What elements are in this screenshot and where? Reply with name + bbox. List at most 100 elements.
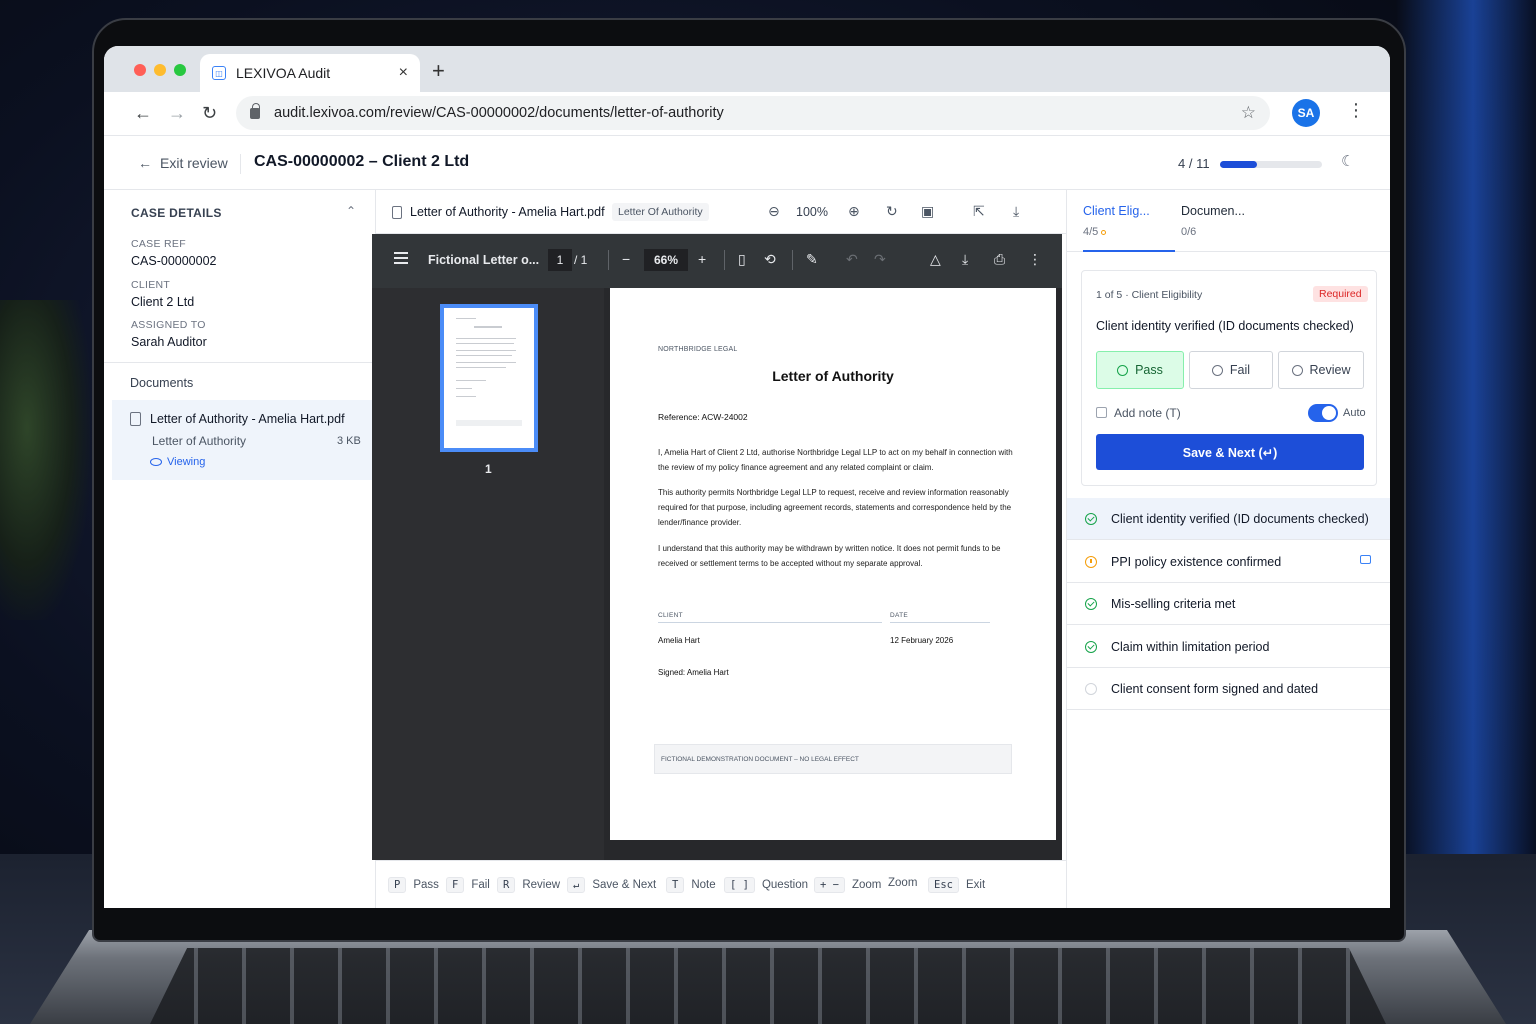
check-circle-icon xyxy=(1085,512,1097,525)
zoom-out-icon[interactable]: ⊖ xyxy=(768,203,780,220)
progress-fill xyxy=(1220,161,1257,168)
shortcut-note: T Note xyxy=(666,877,716,893)
document-type: Letter of Authority xyxy=(152,434,247,448)
case-ref-field: CASE REF CAS-00000002 xyxy=(131,238,216,268)
screen: ◫ LEXIVOA Audit × + ← → ↻ audit.lexivoa.… xyxy=(104,46,1390,908)
reload-icon[interactable]: ↻ xyxy=(202,103,217,124)
divider xyxy=(240,154,241,174)
exit-review-label: Exit review xyxy=(160,155,228,171)
criterion-item[interactable]: Mis-selling criteria met xyxy=(1067,583,1390,625)
open-external-icon[interactable]: ⇱ xyxy=(973,203,985,220)
close-tab-icon[interactable]: × xyxy=(399,64,408,82)
download-icon[interactable]: ⤓ xyxy=(1013,203,1019,220)
pdf-zoom-input[interactable]: 66% xyxy=(644,249,688,271)
add-note-checkbox[interactable] xyxy=(1096,407,1107,418)
checklist-panel: Client Elig... 4/5 Documen... 0/6 1 of 5… xyxy=(1066,190,1390,908)
menu-icon[interactable] xyxy=(394,252,408,254)
rotate-icon[interactable]: ⟲ xyxy=(764,251,776,268)
shortcut-zoom: + − Zoom xyxy=(814,877,881,893)
fail-button[interactable]: Fail xyxy=(1189,351,1273,389)
shortcut-label: Review xyxy=(522,879,561,891)
document-viewer: Letter of Authority - Amelia Hart.pdf Le… xyxy=(372,190,1066,908)
drive-icon[interactable]: △ xyxy=(930,251,941,268)
tab-client-eligibility[interactable]: Client Elig... 4/5 xyxy=(1083,204,1150,238)
browser-toolbar: ← → ↻ audit.lexivoa.com/review/CAS-00000… xyxy=(104,92,1390,136)
save-next-button[interactable]: Save & Next (↵) xyxy=(1096,434,1364,470)
fail-label: Fail xyxy=(1229,363,1251,377)
document-list-item[interactable]: Letter of Authority - Amelia Hart.pdf Le… xyxy=(112,400,376,480)
shortcut-review: R Review xyxy=(497,877,560,893)
criterion-item[interactable]: Claim within limitation period xyxy=(1067,626,1390,668)
print-icon[interactable]: ⎙ xyxy=(994,251,1005,268)
zoom-in-icon[interactable]: + xyxy=(698,251,706,267)
thumbnail-line xyxy=(474,326,502,328)
maximize-window-dot[interactable] xyxy=(174,64,186,76)
thumbnail-line xyxy=(456,362,516,363)
review-button[interactable]: Review xyxy=(1278,351,1364,389)
date-label: DATE xyxy=(890,612,909,619)
letter-paragraph: I understand that this authority may be … xyxy=(658,544,1001,568)
rotate-icon[interactable]: ↻ xyxy=(886,203,898,220)
zoom-in-icon[interactable]: ⊕ xyxy=(848,203,860,220)
assigned-to-field: ASSIGNED TO Sarah Auditor xyxy=(131,319,207,349)
fit-page-icon[interactable]: ▯ xyxy=(738,251,746,268)
more-icon[interactable]: ⋮ xyxy=(1028,251,1042,268)
auto-label: Auto xyxy=(1343,407,1366,419)
criterion-label: Client identity verified (ID documents c… xyxy=(1111,511,1369,526)
thumbnail-line xyxy=(456,350,516,351)
shortcut-label: Question xyxy=(761,879,808,891)
browser-tabbar: ◫ LEXIVOA Audit × + xyxy=(104,46,1390,92)
exit-review-button[interactable]: ← Exit review xyxy=(138,155,228,171)
file-icon xyxy=(130,412,141,426)
pass-button[interactable]: Pass xyxy=(1096,351,1184,389)
zoom-out-icon[interactable]: − xyxy=(622,251,630,267)
criterion-label: Client consent form signed and dated xyxy=(1111,681,1319,696)
thumbnail-line xyxy=(456,343,514,344)
thumbnail-line xyxy=(456,318,476,319)
undo-icon[interactable]: ↶ xyxy=(846,251,858,268)
fit-page-icon[interactable]: ▣ xyxy=(921,203,934,220)
browser-menu-icon[interactable]: ⋮ xyxy=(1347,100,1365,121)
annotate-icon[interactable]: ✎ xyxy=(806,251,818,268)
download-icon[interactable]: ⤓ xyxy=(962,251,968,268)
criterion-label: Claim within limitation period xyxy=(1111,639,1270,654)
browser-tab[interactable]: ◫ LEXIVOA Audit × xyxy=(200,54,420,92)
back-icon[interactable]: ← xyxy=(134,103,152,124)
progress-bar xyxy=(1220,161,1322,168)
close-window-dot[interactable] xyxy=(134,64,146,76)
page-number-input[interactable]: 1 xyxy=(548,249,572,271)
page-thumbnail[interactable] xyxy=(440,304,538,452)
criterion-item[interactable]: Client identity verified (ID documents c… xyxy=(1067,498,1390,540)
forward-icon[interactable]: → xyxy=(168,103,186,124)
check-circle-icon xyxy=(1085,597,1097,610)
tab-title: LEXIVOA Audit xyxy=(236,65,331,81)
pdf-toolbar: Fictional Letter o... 1 / 1 − 66% + ▯ ⟲ … xyxy=(372,234,1062,288)
comment-icon[interactable] xyxy=(1360,555,1371,564)
bookmark-star-icon[interactable]: ☆ xyxy=(1241,103,1256,123)
criterion-item[interactable]: PPI policy existence confirmed xyxy=(1067,541,1390,583)
checklist-tabs: Client Elig... 4/5 Documen... 0/6 xyxy=(1067,190,1390,252)
profile-avatar[interactable]: SA xyxy=(1292,99,1320,127)
divider xyxy=(724,250,725,270)
pdf-page: NORTHBRIDGE LEGAL Letter of Authority Re… xyxy=(610,288,1056,840)
redo-icon[interactable]: ↷ xyxy=(874,251,886,268)
theme-toggle-icon[interactable]: ☾ xyxy=(1341,152,1354,170)
assigned-to-key: ASSIGNED TO xyxy=(131,319,206,331)
shortcut-label: Save & Next xyxy=(592,879,657,891)
address-bar[interactable]: audit.lexivoa.com/review/CAS-00000002/do… xyxy=(236,96,1270,130)
divider xyxy=(104,362,376,363)
url-text: audit.lexivoa.com/review/CAS-00000002/do… xyxy=(274,105,724,121)
background-light xyxy=(1396,0,1536,860)
chevron-up-icon[interactable]: ⌃ xyxy=(346,204,356,218)
new-tab-icon[interactable]: + xyxy=(432,58,445,84)
tab-documents[interactable]: Documen... 0/6 xyxy=(1181,204,1245,238)
pdf-viewer: Fictional Letter o... 1 / 1 − 66% + ▯ ⟲ … xyxy=(372,234,1062,860)
minimize-window-dot[interactable] xyxy=(154,64,166,76)
criterion-item[interactable]: Client consent form signed and dated xyxy=(1067,668,1390,710)
document-type-chip: Letter Of Authority xyxy=(612,203,709,221)
auto-toggle[interactable] xyxy=(1308,404,1338,422)
zoom-level: 100% xyxy=(796,205,828,219)
lock-icon xyxy=(250,102,260,119)
add-note-label: Add note (T) xyxy=(1114,406,1181,420)
letter-paragraph: This authority permits Northbridge Legal… xyxy=(658,488,1012,527)
